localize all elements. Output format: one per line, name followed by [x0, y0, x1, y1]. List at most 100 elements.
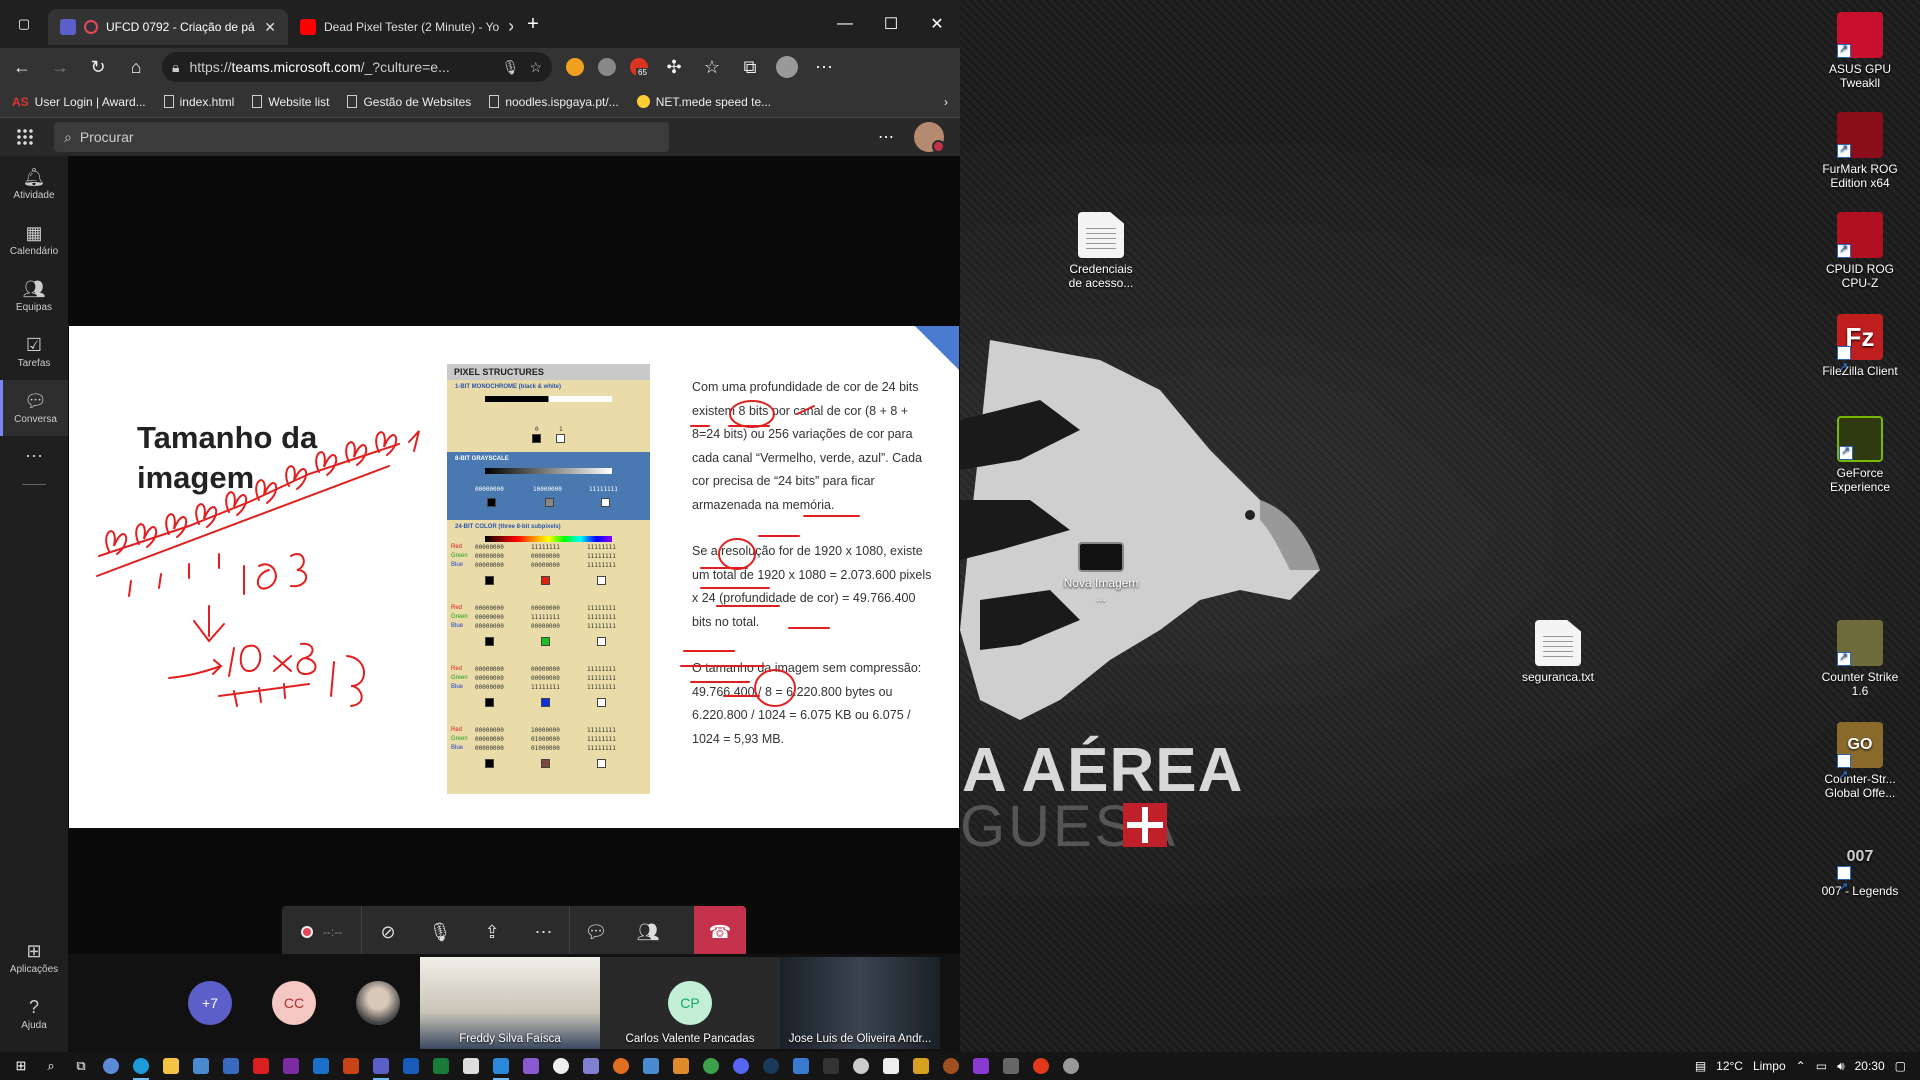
- app-icon[interactable]: [576, 1052, 606, 1080]
- visual-studio-icon[interactable]: [516, 1052, 546, 1080]
- rail-item-conversa[interactable]: 💬︎ Conversa: [0, 380, 68, 436]
- store-icon[interactable]: [186, 1052, 216, 1080]
- participants-overflow[interactable]: +7: [188, 981, 232, 1025]
- tab-youtube[interactable]: Dead Pixel Tester (2 Minute) - Yo ✕: [288, 9, 513, 45]
- desktop-shortcut-furmark[interactable]: FurMark ROG Edition x64: [1820, 112, 1900, 190]
- app-icon[interactable]: [696, 1052, 726, 1080]
- favorites-icon[interactable]: ☆: [700, 55, 724, 79]
- volume-icon[interactable]: 🔊︎: [1837, 1059, 1845, 1074]
- participant-video-jose[interactable]: Jose Luis de Oliveira Andr...: [780, 957, 940, 1049]
- app-icon[interactable]: [906, 1052, 936, 1080]
- app-icon[interactable]: [786, 1052, 816, 1080]
- hang-up-button[interactable]: ☎: [694, 906, 746, 958]
- app-icon[interactable]: [876, 1052, 906, 1080]
- desktop-file-nova-imagem[interactable]: Nova Imagem ...: [1061, 534, 1141, 604]
- desktop-shortcut-cpuz[interactable]: CPUID ROG CPU-Z: [1820, 212, 1900, 290]
- rail-more-icon[interactable]: ⋯: [0, 436, 68, 476]
- desktop-shortcut-asus-gpu[interactable]: ASUS GPU Tweakll: [1820, 12, 1900, 90]
- outlook-icon[interactable]: [306, 1052, 336, 1080]
- app-icon[interactable]: [936, 1052, 966, 1080]
- desktop-shortcut-cs16[interactable]: Counter Strike 1.6: [1820, 620, 1900, 698]
- app-icon[interactable]: [996, 1052, 1026, 1080]
- chevron-right-icon[interactable]: ›: [944, 95, 948, 109]
- extension-icon[interactable]: [598, 58, 616, 76]
- mic-muted-button[interactable]: 🎙︎: [414, 906, 466, 958]
- bookmark-item[interactable]: index.html: [163, 95, 234, 109]
- unity-icon[interactable]: [456, 1052, 486, 1080]
- bookmark-item[interactable]: NET.mede speed te...: [636, 95, 771, 109]
- bookmark-item[interactable]: AS User Login | Award...: [12, 95, 146, 109]
- back-icon[interactable]: ←: [10, 55, 34, 79]
- maximize-icon[interactable]: ☐: [868, 0, 914, 48]
- app-icon[interactable]: [1056, 1052, 1086, 1080]
- bookmark-item[interactable]: Website list: [252, 95, 329, 109]
- task-view-icon[interactable]: ⧉: [66, 1052, 96, 1080]
- url-bar[interactable]: 🔒︎ https://teams.microsoft.com/_?culture…: [162, 52, 552, 82]
- home-icon[interactable]: ⌂: [124, 55, 148, 79]
- rail-item-ajuda[interactable]: ? Ajuda: [0, 986, 68, 1042]
- desktop-shortcut-csgo[interactable]: GO Counter-Str... Global Offe...: [1820, 722, 1900, 800]
- extension-badge-icon[interactable]: 65: [630, 58, 649, 77]
- close-tab-icon[interactable]: ✕: [264, 19, 276, 36]
- rail-item-atividade[interactable]: 🔔︎ Atividade: [0, 156, 68, 212]
- record-button[interactable]: --:--: [282, 906, 362, 958]
- file-explorer-icon[interactable]: [156, 1052, 186, 1080]
- app-icon[interactable]: [666, 1052, 696, 1080]
- share-screen-button[interactable]: ⇪: [466, 906, 518, 958]
- vscode-icon[interactable]: [486, 1052, 516, 1080]
- participant-avatar-cc[interactable]: CC: [272, 981, 316, 1025]
- new-tab-icon[interactable]: +: [513, 10, 553, 38]
- app-icon[interactable]: [1026, 1052, 1056, 1080]
- extensions-puzzle-icon[interactable]: ✣: [662, 55, 686, 79]
- refresh-icon[interactable]: ↻: [86, 55, 110, 79]
- collections-icon[interactable]: ⧉: [738, 55, 762, 79]
- user-avatar[interactable]: [914, 122, 945, 153]
- start-icon[interactable]: ⊞: [6, 1052, 36, 1080]
- favorite-star-icon[interactable]: ☆: [529, 59, 542, 76]
- rail-item-tarefas[interactable]: ☑ Tarefas: [0, 324, 68, 380]
- temperature[interactable]: 12°C: [1716, 1059, 1743, 1073]
- more-menu-icon[interactable]: ⋯: [812, 55, 836, 79]
- chevron-up-icon[interactable]: ⌃: [1796, 1059, 1806, 1073]
- camera-off-button[interactable]: ⊘: [362, 906, 414, 958]
- desktop-file-seguranca[interactable]: seguranca.txt: [1518, 620, 1598, 684]
- rail-item-calendario[interactable]: ▦ Calendário: [0, 212, 68, 268]
- weather-text[interactable]: Limpo: [1753, 1059, 1786, 1073]
- app-icon[interactable]: [636, 1052, 666, 1080]
- extension-icon[interactable]: [566, 58, 584, 76]
- edge-icon[interactable]: [126, 1052, 156, 1080]
- onenote-icon[interactable]: [276, 1052, 306, 1080]
- tab-actions-icon[interactable]: ▢: [0, 10, 48, 38]
- word-icon[interactable]: [396, 1052, 426, 1080]
- chat-button[interactable]: 💬︎: [570, 906, 622, 958]
- more-options-icon[interactable]: ⋯: [878, 127, 894, 147]
- profile-avatar[interactable]: [776, 56, 798, 78]
- search-icon[interactable]: ⌕: [36, 1052, 66, 1080]
- more-actions-button[interactable]: ⋯: [518, 906, 570, 958]
- desktop-shortcut-geforce[interactable]: GeForce Experience: [1820, 416, 1900, 494]
- github-icon[interactable]: [546, 1052, 576, 1080]
- teams-taskbar-icon[interactable]: [366, 1052, 396, 1080]
- forward-icon[interactable]: →: [48, 55, 72, 79]
- participant-avatar-photo[interactable]: [356, 981, 400, 1025]
- desktop-shortcut-007[interactable]: 007 007 - Legends: [1820, 834, 1900, 910]
- bookmark-item[interactable]: noodles.ispgaya.pt/...: [489, 95, 619, 109]
- clock[interactable]: 20:30: [1855, 1059, 1885, 1073]
- discord-icon[interactable]: [726, 1052, 756, 1080]
- app-launcher-icon[interactable]: [16, 128, 34, 146]
- powerpoint-icon[interactable]: [336, 1052, 366, 1080]
- participants-button[interactable]: 👥︎: [622, 906, 674, 958]
- app-icon[interactable]: [846, 1052, 876, 1080]
- network-icon[interactable]: ▭: [1816, 1059, 1827, 1073]
- participant-video-freddy[interactable]: Freddy Silva Faísca: [420, 957, 600, 1049]
- desktop-file-credenciais[interactable]: Credenciais de acesso...: [1061, 212, 1141, 290]
- rail-item-equipas[interactable]: 👥︎ Equipas: [0, 268, 68, 324]
- microphone-icon[interactable]: 🎙︎: [502, 59, 520, 76]
- rail-item-aplicacoes[interactable]: ⊞ Aplicações: [0, 930, 68, 986]
- steam-icon[interactable]: [756, 1052, 786, 1080]
- acrobat-icon[interactable]: [246, 1052, 276, 1080]
- notifications-icon[interactable]: ▢: [1895, 1059, 1906, 1073]
- close-window-icon[interactable]: ✕: [914, 0, 960, 48]
- app-icon[interactable]: [96, 1052, 126, 1080]
- bookmark-item[interactable]: Gestão de Websites: [347, 95, 471, 109]
